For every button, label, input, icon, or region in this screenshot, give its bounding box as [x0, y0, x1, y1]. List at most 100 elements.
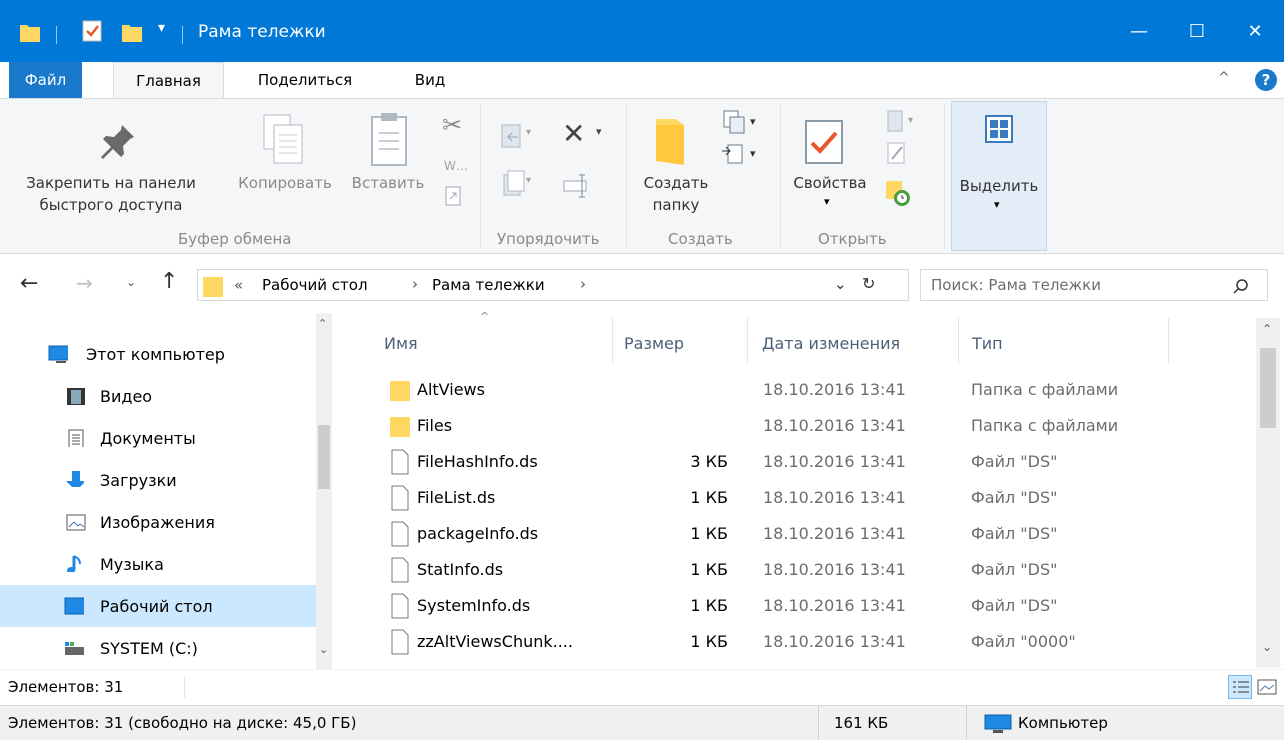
scroll-up-icon[interactable]: ⌃: [1262, 322, 1272, 336]
file-row[interactable]: SystemInfo.ds 1 КБ 18.10.2016 13:41 Файл…: [375, 588, 1255, 624]
nav-scroll-thumb[interactable]: [318, 425, 330, 489]
easy-access-icon[interactable]: ▾: [720, 141, 764, 171]
breadcrumb-separator-icon[interactable]: ›: [412, 275, 418, 293]
column-size[interactable]: Размер: [624, 325, 744, 361]
column-separator[interactable]: [612, 318, 613, 364]
file-icon: [391, 593, 409, 619]
folder-icon: [390, 417, 410, 437]
copy-icon: [263, 114, 303, 164]
address-dropdown-icon[interactable]: ⌄: [834, 275, 847, 293]
refresh-icon[interactable]: ↻: [862, 274, 875, 293]
file-name: AltViews: [417, 380, 485, 399]
file-row[interactable]: FileHashInfo.ds 3 КБ 18.10.2016 13:41 Фа…: [375, 444, 1255, 480]
paste-icon: [371, 113, 407, 166]
breadcrumb-desktop[interactable]: Рабочий стол: [262, 276, 368, 294]
content-scrollbar[interactable]: ⌃ ⌄: [1256, 318, 1280, 668]
nav-scrollbar[interactable]: ⌃ ⌄: [316, 313, 332, 669]
search-input[interactable]: Поиск: Рама тележки: [931, 276, 1101, 294]
file-row[interactable]: AltViews 18.10.2016 13:41 Папка с файлам…: [375, 372, 1255, 408]
title-bar[interactable]: ▾ Рама тележки — ☐ ✕: [0, 0, 1284, 62]
recent-locations-icon[interactable]: ⌄: [126, 275, 136, 289]
file-date: 18.10.2016 13:41: [763, 488, 906, 507]
address-bar[interactable]: « Рабочий стол › Рама тележки › ⌄ ↻: [197, 269, 909, 301]
select-button[interactable]: Выделить ▾: [951, 101, 1047, 251]
scroll-down-icon[interactable]: ⌄: [1262, 640, 1272, 654]
file-date: 18.10.2016 13:41: [763, 452, 906, 471]
minimize-button[interactable]: —: [1110, 0, 1168, 62]
status-separator: [184, 676, 185, 698]
file-type: Папка с файлами: [971, 380, 1119, 399]
nav-item-downloads[interactable]: Загрузки: [0, 459, 316, 501]
file-date: 18.10.2016 13:41: [763, 524, 906, 543]
file-type: Файл "DS": [971, 560, 1058, 579]
tab-view[interactable]: Вид: [405, 62, 455, 98]
group-organize: Упорядочить: [497, 230, 600, 248]
delete-icon[interactable]: ✕: [562, 117, 585, 150]
help-icon[interactable]: ?: [1255, 69, 1277, 91]
svg-text:▾: ▾: [526, 175, 531, 186]
delete-dropdown-icon[interactable]: ▾: [596, 125, 602, 138]
properties-qat-icon[interactable]: [82, 20, 102, 42]
collapse-ribbon-icon[interactable]: ^: [1218, 70, 1230, 86]
group-separator: [626, 105, 627, 249]
nav-item-video[interactable]: Видео: [0, 375, 316, 417]
pin-button[interactable]: Закрепить на панели быстрого доступа: [0, 99, 222, 223]
file-row[interactable]: Files 18.10.2016 13:41 Папка с файлами: [375, 408, 1255, 444]
video-icon: [67, 388, 85, 405]
large-icons-view-icon[interactable]: [1256, 676, 1278, 698]
nav-item-desktop[interactable]: Рабочий стол: [0, 585, 316, 627]
qat-dropdown-icon[interactable]: ▾: [158, 20, 165, 36]
column-separator[interactable]: [747, 318, 748, 364]
scroll-down-icon[interactable]: ⌄: [319, 643, 328, 656]
breadcrumb-current[interactable]: Рама тележки: [432, 276, 545, 294]
maximize-button[interactable]: ☐: [1168, 0, 1226, 62]
file-icon: [391, 485, 409, 511]
column-separator[interactable]: [958, 318, 959, 364]
search-icon[interactable]: [1233, 278, 1249, 294]
cut-icon: ✂: [442, 111, 463, 139]
group-new: Создать: [668, 230, 733, 248]
properties-dropdown-icon[interactable]: ▾: [824, 195, 830, 208]
search-box[interactable]: Поиск: Рама тележки: [920, 269, 1268, 301]
column-type[interactable]: Тип: [972, 325, 1162, 361]
file-icon: [391, 557, 409, 583]
status-bar: Элементов: 31: [0, 669, 1284, 705]
column-name[interactable]: Имя: [384, 325, 610, 361]
file-size: 1 КБ: [690, 524, 728, 543]
new-folder-qat-icon[interactable]: [122, 22, 144, 42]
nav-label: Рабочий стол: [100, 596, 213, 616]
properties-icon: [805, 120, 843, 164]
folder-icon[interactable]: [20, 22, 40, 42]
copy-button: Копировать: [226, 99, 344, 223]
nav-item-system-drive[interactable]: SYSTEM (C:): [0, 627, 316, 669]
close-button[interactable]: ✕: [1226, 0, 1284, 62]
column-separator[interactable]: [1168, 318, 1169, 364]
tab-share[interactable]: Поделиться: [245, 62, 365, 98]
file-row[interactable]: StatInfo.ds 1 КБ 18.10.2016 13:41 Файл "…: [375, 552, 1255, 588]
file-row[interactable]: zzAltViewsChunk.... 1 КБ 18.10.2016 13:4…: [375, 624, 1255, 660]
file-row[interactable]: FileList.ds 1 КБ 18.10.2016 13:41 Файл "…: [375, 480, 1255, 516]
up-icon[interactable]: ↑: [160, 269, 178, 294]
back-icon[interactable]: ←: [20, 271, 38, 296]
scroll-up-icon[interactable]: ⌃: [318, 317, 327, 330]
content-scroll-thumb[interactable]: [1260, 348, 1276, 428]
details-view-icon[interactable]: [1228, 675, 1252, 699]
file-type: Файл "DS": [971, 596, 1058, 615]
nav-item-music[interactable]: Музыка: [0, 543, 316, 585]
new-item-icon[interactable]: ▾: [720, 109, 764, 139]
nav-item-pictures[interactable]: Изображения: [0, 501, 316, 543]
breadcrumb-separator-icon[interactable]: ›: [580, 275, 586, 293]
properties-button[interactable]: Свойства ▾: [784, 99, 876, 223]
file-name: packageInfo.ds: [417, 524, 539, 543]
history-icon[interactable]: [884, 179, 914, 209]
tab-home[interactable]: Главная: [113, 62, 224, 99]
nav-item-this-pc[interactable]: Этот компьютер: [0, 333, 316, 375]
breadcrumb-overflow[interactable]: «: [234, 276, 243, 294]
file-row[interactable]: packageInfo.ds 1 КБ 18.10.2016 13:41 Фай…: [375, 516, 1255, 552]
file-name: SystemInfo.ds: [417, 596, 531, 615]
new-folder-button[interactable]: Создать папку: [632, 99, 720, 223]
column-date[interactable]: Дата изменения: [762, 325, 952, 361]
tab-file[interactable]: Файл: [9, 62, 82, 98]
ribbon: Закрепить на панели быстрого доступа Коп…: [0, 98, 1284, 254]
nav-item-documents[interactable]: Документы: [0, 417, 316, 459]
